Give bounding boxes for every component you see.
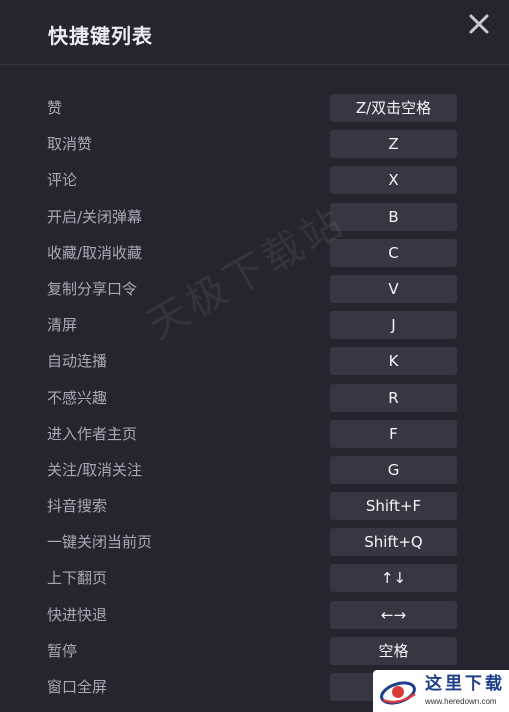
shortcut-row: 抖音搜索 Shift+F (0, 488, 509, 524)
shortcut-key: X (330, 166, 457, 195)
shortcut-row: 取消赞 Z (0, 126, 509, 162)
shortcut-label: 暂停 (47, 641, 78, 660)
shortcut-key: F (330, 419, 457, 448)
shortcut-row: 收藏/取消收藏 C (0, 235, 509, 271)
shortcut-row: 进入作者主页 F (0, 416, 509, 452)
badge-title: 这里下载 (425, 674, 505, 694)
shortcut-row: 快进快退 ←→ (0, 597, 509, 633)
close-button[interactable] (467, 12, 491, 36)
shortcut-label: 进入作者主页 (47, 424, 138, 443)
shortcut-label: 赞 (47, 99, 63, 117)
shortcut-key: ↑↓ (330, 564, 457, 593)
shortcut-row: 清屏 J (0, 307, 509, 343)
shortcut-row: 复制分享口令 V (0, 271, 509, 307)
site-badge: 这里下载 www.heredown.com (373, 670, 509, 712)
shortcut-key: ←→ (330, 600, 457, 629)
shortcut-row: 评论 X (0, 162, 509, 198)
shortcut-row: 自动连播 K (0, 343, 509, 379)
shortcut-label: 收藏/取消收藏 (47, 243, 143, 262)
shortcut-label: 窗口全屏 (47, 678, 108, 696)
shortcut-label: 不感兴趣 (47, 388, 108, 407)
shortcut-row: 赞 Z/双击空格 (0, 90, 509, 126)
shortcut-label: 开启/关闭弹幕 (47, 207, 143, 226)
shortcut-key: J (330, 311, 457, 340)
dialog-header: 快捷键列表 (0, 0, 509, 65)
shortcut-key: Shift+Q (330, 528, 457, 557)
shortcut-row: 上下翻页 ↑↓ (0, 560, 509, 596)
shortcut-row: 关注/取消关注 G (0, 452, 509, 488)
shortcut-key: 空格 (330, 636, 457, 665)
shortcut-row: 一键关闭当前页 Shift+Q (0, 524, 509, 560)
shortcut-label: 快进快退 (47, 605, 108, 624)
shortcut-key: G (330, 455, 457, 484)
shortcut-key: B (330, 202, 457, 231)
shortcut-key: K (330, 347, 457, 376)
shortcut-label: 复制分享口令 (47, 279, 138, 298)
shortcut-label: 关注/取消关注 (47, 460, 143, 479)
shortcut-label: 评论 (47, 171, 78, 190)
badge-url: www.heredown.com (425, 697, 497, 706)
shortcut-key: Z (330, 130, 457, 159)
shortcut-key: Z/双击空格 (330, 94, 457, 122)
shortcut-label: 清屏 (47, 316, 78, 335)
close-icon (469, 14, 489, 34)
shortcut-key: Shift+F (330, 492, 457, 521)
shortcut-key: V (330, 274, 457, 303)
shortcut-list-dialog: 快捷键列表 赞 Z/双击空格 取消赞 Z 评论 X 开启/关闭弹幕 B 收藏/取… (0, 0, 509, 712)
shortcut-label: 一键关闭当前页 (47, 533, 153, 552)
heredown-logo-icon (380, 681, 416, 705)
shortcut-list: 赞 Z/双击空格 取消赞 Z 评论 X 开启/关闭弹幕 B 收藏/取消收藏 C … (0, 90, 509, 705)
shortcut-row: 暂停 空格 (0, 633, 509, 669)
dialog-title: 快捷键列表 (48, 24, 153, 48)
shortcut-label: 取消赞 (47, 135, 93, 154)
shortcut-key: C (330, 238, 457, 267)
shortcut-label: 自动连播 (47, 352, 108, 371)
shortcut-key: R (330, 383, 457, 412)
shortcut-label: 抖音搜索 (47, 497, 108, 516)
shortcut-row: 开启/关闭弹幕 B (0, 199, 509, 235)
shortcut-label: 上下翻页 (47, 569, 108, 588)
shortcut-row: 不感兴趣 R (0, 380, 509, 416)
